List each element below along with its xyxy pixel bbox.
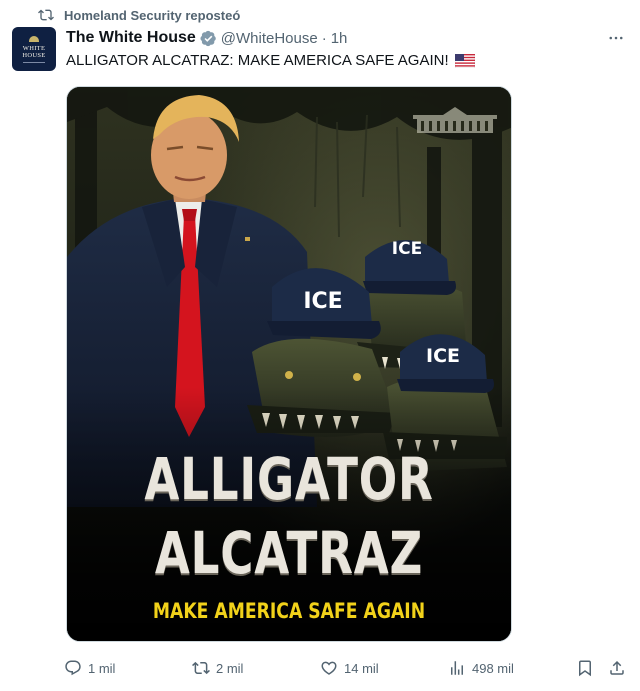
verified-badge-icon[interactable] — [200, 30, 217, 47]
author-name[interactable]: The White House — [66, 29, 196, 47]
like-count: 14 mil — [344, 660, 379, 676]
more-options-icon[interactable] — [606, 28, 626, 48]
tweet-text: ALLIGATOR ALCATRAZ: MAKE AMERICA SAFE AG… — [66, 52, 475, 69]
cap-label-bottom: ICE — [426, 345, 460, 367]
header-separator: · — [321, 29, 327, 47]
tweet-body: ALLIGATOR ALCATRAZ: MAKE AMERICA SAFE AG… — [66, 52, 449, 69]
avatar-logo-line1: WHITE — [22, 44, 46, 52]
share-button[interactable] — [608, 655, 626, 681]
reply-count: 1 mil — [88, 660, 116, 676]
bookmark-button[interactable] — [576, 655, 594, 681]
avatar-logo-line2: HOUSE — [22, 51, 46, 59]
views-button[interactable]: 498 mil — [448, 655, 514, 681]
timestamp[interactable]: 1h — [331, 30, 348, 47]
poster-title-line1: ALLIGATOR — [144, 445, 434, 513]
repost-count: 2 mil — [216, 660, 244, 676]
repost-label: Homeland Security reposteó — [64, 7, 241, 23]
like-button[interactable]: 14 mil — [320, 655, 379, 681]
repost-icon — [38, 7, 54, 23]
poster-title-line2: ALCATRAZ — [154, 519, 424, 587]
share-icon — [610, 660, 624, 675]
heart-icon — [321, 661, 337, 675]
views-count: 498 mil — [472, 660, 514, 676]
bookmark-icon — [579, 660, 591, 677]
reply-icon — [65, 660, 81, 676]
avatar-divider — [23, 61, 45, 63]
poster-subtitle: MAKE AMERICA SAFE AGAIN — [152, 599, 426, 623]
cap-label-top: ICE — [391, 239, 423, 259]
repost-button[interactable]: 2 mil — [192, 655, 243, 681]
us-flag-icon — [454, 53, 475, 68]
cap-label-middle: ICE — [303, 289, 343, 314]
media-image[interactable]: ICE ICE ICE ALLIGATOR ALCATRAZ MAKE AMER… — [66, 86, 512, 642]
avatar[interactable]: WHITE HOUSE — [12, 27, 56, 71]
author-handle[interactable]: @WhiteHouse — [221, 30, 318, 47]
seal-icon — [29, 35, 39, 42]
repost-indicator[interactable]: Homeland Security reposteó — [38, 6, 240, 24]
tweet-header: The White House @WhiteHouse · 1h — [66, 28, 347, 48]
views-icon — [451, 661, 463, 675]
repost-icon — [192, 661, 210, 675]
action-bar: 1 mil 2 mil 14 mil 498 mil — [0, 655, 640, 681]
reply-button[interactable]: 1 mil — [64, 655, 115, 681]
